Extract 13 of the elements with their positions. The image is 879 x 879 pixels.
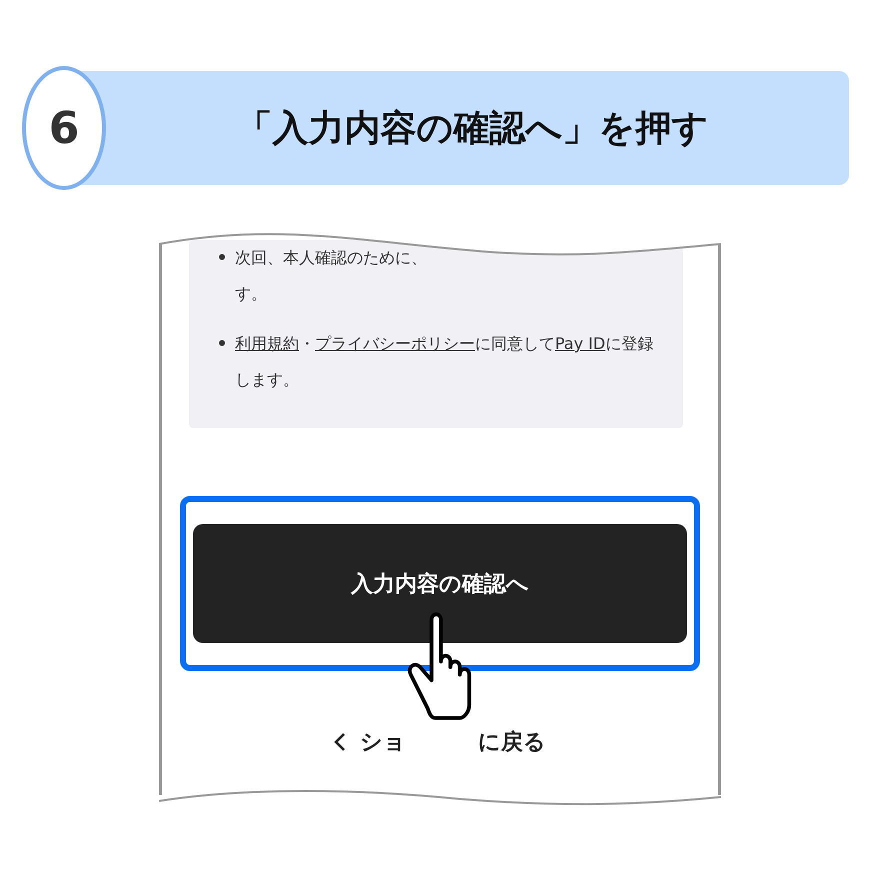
confirm-button[interactable]: 入力内容の確認へ (193, 524, 687, 643)
back-link[interactable]: に戻る (478, 727, 546, 757)
link[interactable]: 利用規約 (235, 334, 299, 353)
bullet-icon (219, 254, 225, 260)
notice-text: 次回、本人確認のために、 す。 (235, 247, 427, 305)
link[interactable]: プライバシーポリシー (315, 334, 475, 353)
step-number: 6 (22, 66, 106, 190)
link[interactable]: Pay ID (555, 334, 606, 353)
step-title: 「入力内容の確認へ」を押す (236, 106, 708, 150)
chevron-left-icon[interactable] (334, 732, 346, 752)
bullet-icon (219, 340, 225, 346)
back-link[interactable]: ショ (360, 727, 406, 757)
notice-text: 利用規約・プライバシーポリシーに同意して Pay IDに登録 します。 (235, 333, 654, 391)
